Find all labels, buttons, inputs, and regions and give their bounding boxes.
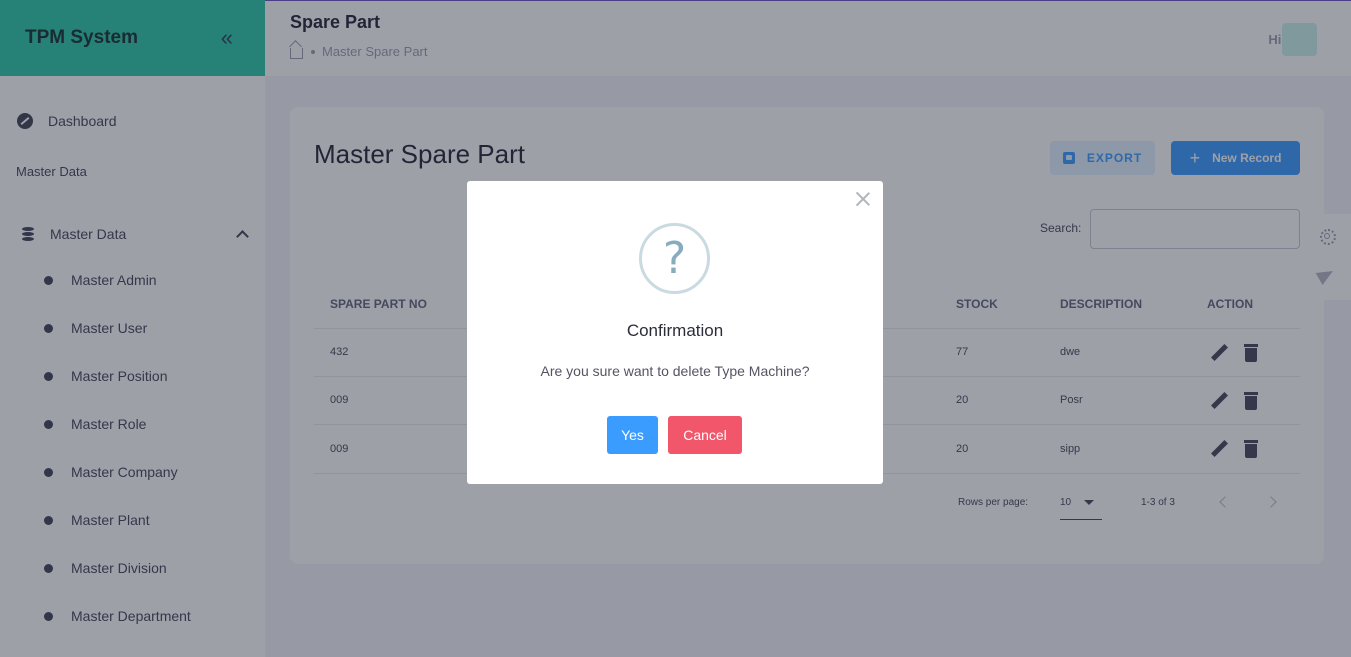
close-icon[interactable] bbox=[855, 191, 871, 207]
question-icon: ? bbox=[639, 223, 710, 294]
dialog-message: Are you sure want to delete Type Machine… bbox=[540, 363, 810, 379]
dialog-title: Confirmation bbox=[626, 321, 724, 340]
yes-button[interactable]: Yes bbox=[607, 416, 658, 454]
confirmation-dialog: ? Confirmation Are you sure want to dele… bbox=[467, 181, 883, 484]
cancel-button[interactable]: Cancel bbox=[668, 416, 742, 454]
